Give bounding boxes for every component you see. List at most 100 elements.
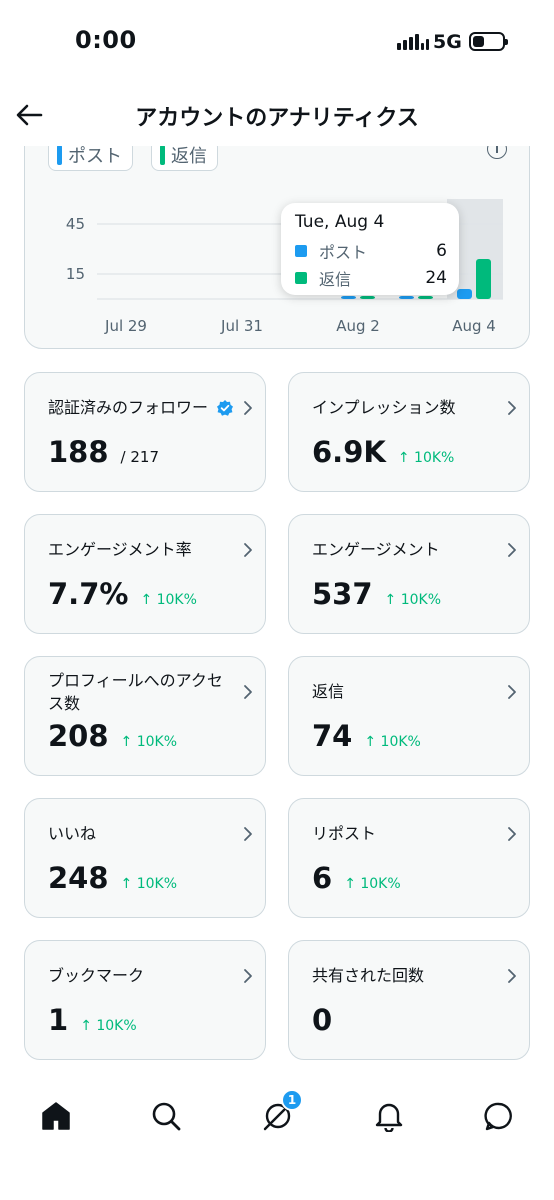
metric-label: 認証済みのフォロワー <box>48 398 209 417</box>
bar-posts <box>457 289 472 299</box>
metric-change: ↑ 10K% <box>397 450 455 466</box>
metric-change: ↑ 10K% <box>384 592 442 608</box>
chevron-right-icon <box>244 827 252 841</box>
chevron-right-icon <box>244 969 252 983</box>
metric-value: 0 <box>312 1003 333 1037</box>
chart-card: ポスト 返信 45 15 Jul 29 Jul 31 Aug 2 Aug 4 Tue, A… <box>24 126 530 349</box>
metric-card-9[interactable]: 共有された回数 0 <box>288 940 530 1060</box>
metric-value: 6 <box>312 861 333 895</box>
metric-value: 537 <box>312 577 373 611</box>
bar-replies <box>360 296 375 299</box>
metric-change: ↑ 10K% <box>140 592 197 608</box>
metric-card-3[interactable]: エンゲージメント 537 ↑ 10K% <box>288 514 530 634</box>
metric-value-row: 208 ↑ 10K% <box>48 719 177 753</box>
bar-replies <box>418 296 433 299</box>
chart-tooltip: Tue, Aug 4 ポスト 6 返信 24 <box>281 203 459 295</box>
metric-card-0[interactable]: 認証済みのフォロワー 188 / 217 <box>24 372 266 492</box>
tooltip-title: Tue, Aug 4 <box>295 212 385 232</box>
metric-value-row: 248 ↑ 10K% <box>48 861 177 895</box>
metric-card-5[interactable]: 返信 74 ↑ 10K% <box>288 656 530 776</box>
bar-posts <box>341 296 356 299</box>
chevron-right-icon <box>244 543 252 557</box>
x-tick-label: Jul 29 <box>104 317 147 335</box>
page-title: アカウントのアナリティクス <box>135 106 419 131</box>
status-bar: 0:00 5G <box>0 0 554 84</box>
status-time: 0:00 <box>75 26 137 54</box>
verified-badge-icon <box>217 400 233 416</box>
chevron-right-icon <box>244 401 252 415</box>
chevron-right-icon <box>244 685 252 699</box>
metric-card-1[interactable]: インプレッション数 6.9K ↑ 10K% <box>288 372 530 492</box>
tooltip-label: ポスト <box>319 243 368 262</box>
metric-change: ↑ 10K% <box>344 876 401 892</box>
metric-card-2[interactable]: エンゲージメント率 7.7% ↑ 10K% <box>24 514 266 634</box>
metric-card-8[interactable]: ブックマーク 1 ↑ 10K% <box>24 940 266 1060</box>
x-tick-label: Aug 2 <box>336 317 380 335</box>
nav-grok[interactable]: 1 <box>258 1089 303 1136</box>
metric-value: 74 <box>312 719 353 753</box>
chat-bubble-icon <box>484 1102 512 1131</box>
metric-value: 208 <box>48 719 109 753</box>
metric-card-6[interactable]: いいね 248 ↑ 10K% <box>24 798 266 918</box>
bar-replies <box>476 259 491 299</box>
home-icon <box>42 1102 70 1130</box>
metric-change: ↑ 10K% <box>120 734 178 750</box>
tooltip-label: 返信 <box>319 270 352 289</box>
metric-value-row: 6 ↑ 10K% <box>312 861 401 895</box>
y-tick-label: 15 <box>66 265 85 283</box>
nav-notifications[interactable] <box>369 1096 409 1136</box>
tooltip-value: 24 <box>425 268 447 288</box>
metric-label: 共有された回数 <box>312 966 425 985</box>
network-label: 5G <box>433 31 462 53</box>
metric-label: リポスト <box>312 824 377 843</box>
notification-badge: 1 <box>281 1089 303 1111</box>
chevron-right-icon <box>508 543 516 557</box>
battery-icon <box>469 32 508 51</box>
metric-total: / 217 <box>120 448 159 466</box>
bell-icon <box>375 1103 403 1132</box>
tooltip-row-replies: 返信 24 <box>295 266 447 290</box>
chevron-right-icon <box>508 969 516 983</box>
chevron-right-icon <box>508 401 516 415</box>
metric-label: エンゲージメント <box>312 540 440 559</box>
tooltip-swatch <box>295 245 307 257</box>
metric-change: ↑ 10K% <box>80 1018 137 1034</box>
metric-value-row: 188 / 217 <box>48 435 159 469</box>
metric-label: プロフィールへのアクセス数 <box>48 671 223 713</box>
metric-card-7[interactable]: リポスト 6 ↑ 10K% <box>288 798 530 918</box>
metric-label: エンゲージメント率 <box>48 540 192 559</box>
tooltip-value: 6 <box>436 241 447 261</box>
metric-label: インプレッション数 <box>312 398 456 417</box>
metric-value-row: 7.7% ↑ 10K% <box>48 577 197 611</box>
bar-posts <box>399 296 414 299</box>
metric-label: いいね <box>48 824 97 843</box>
metric-change: ↑ 10K% <box>120 876 178 892</box>
x-tick-label: Aug 4 <box>452 317 496 335</box>
metric-change: ↑ 10K% <box>364 734 421 750</box>
metric-value-row: 74 ↑ 10K% <box>312 719 421 753</box>
metric-value: 188 <box>48 435 109 469</box>
bottom-nav: 1 <box>0 1070 554 1200</box>
header: アカウントのアナリティクス <box>0 84 554 146</box>
metric-value-row: 537 ↑ 10K% <box>312 577 441 611</box>
nav-messages[interactable] <box>479 1096 519 1136</box>
signal-icon <box>397 32 429 50</box>
tooltip-row-posts: ポスト 6 <box>295 239 447 263</box>
metric-label: ブックマーク <box>48 966 145 985</box>
metric-value-row: 6.9K ↑ 10K% <box>312 435 454 469</box>
x-tick-label: Jul 31 <box>220 317 263 335</box>
nav-home[interactable] <box>36 1096 76 1136</box>
metric-value: 6.9K <box>312 435 386 469</box>
nav-search[interactable] <box>146 1096 186 1136</box>
search-icon <box>152 1102 181 1131</box>
chevron-right-icon <box>508 827 516 841</box>
metric-value: 248 <box>48 861 109 895</box>
metric-label: 返信 <box>312 682 345 701</box>
metric-value-row: 1 ↑ 10K% <box>48 1003 137 1037</box>
y-tick-label: 45 <box>66 215 85 233</box>
metric-card-4[interactable]: プロフィールへのアクセス数 208 ↑ 10K% <box>24 656 266 776</box>
tooltip-swatch <box>295 272 307 284</box>
metric-value-row: 0 <box>312 1003 332 1037</box>
metric-value: 1 <box>48 1003 69 1037</box>
metric-value: 7.7% <box>48 577 129 611</box>
